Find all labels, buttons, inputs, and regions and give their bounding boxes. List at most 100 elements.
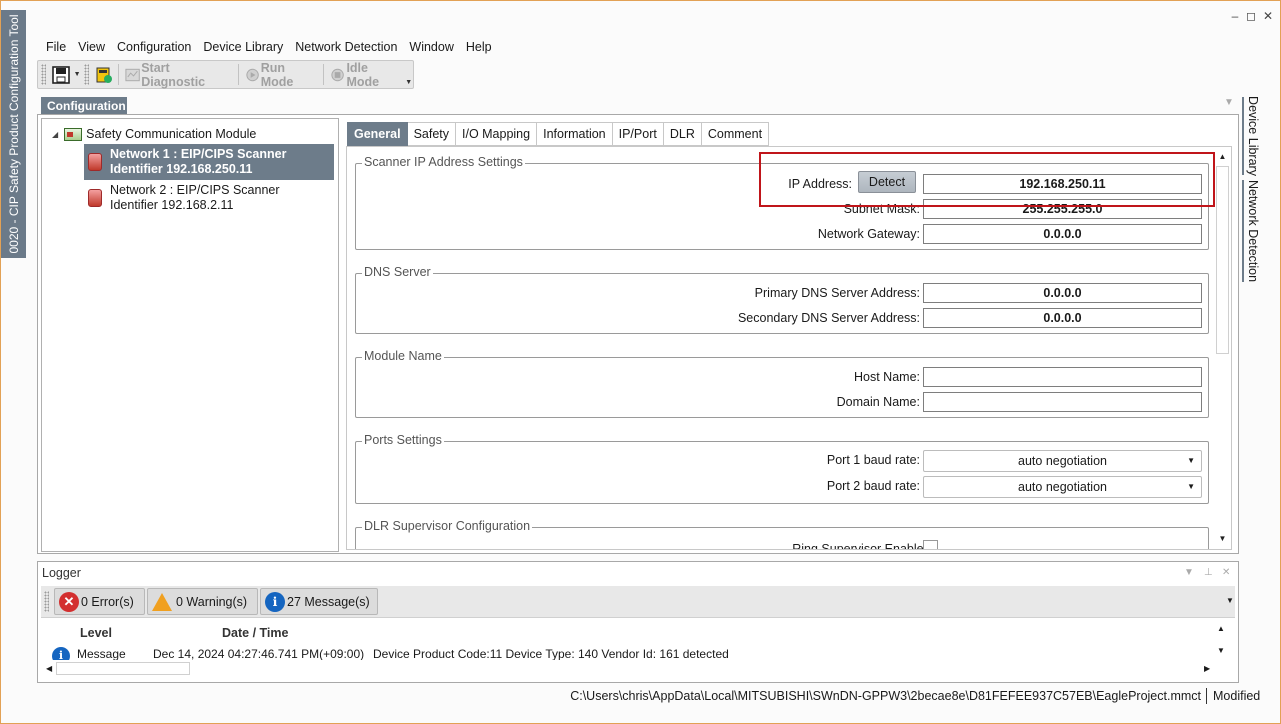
tree-root-label: Safety Communication Module (86, 127, 257, 141)
scroll-down-icon[interactable]: ▼ (1214, 531, 1231, 547)
log-scroll-up-icon[interactable]: ▲ (1217, 624, 1225, 633)
logger-toolbar-overflow-icon[interactable]: ▼ (1226, 596, 1234, 605)
toolbar-grip[interactable] (84, 64, 90, 85)
log-horizontal-scrollbar[interactable]: ◀ ▶ (42, 660, 1216, 677)
secondary-dns-field[interactable]: 0.0.0.0 (923, 308, 1202, 328)
logger-menu-icon[interactable]: ▼ (1184, 567, 1194, 578)
port1-baud-select[interactable]: auto negotiation ▼ (923, 450, 1202, 472)
detect-button[interactable]: Detect (858, 171, 916, 193)
run-mode-button[interactable]: Run Mode (241, 61, 322, 89)
toolbar-overflow-icon[interactable]: ▼ (404, 79, 413, 88)
log-scroll-down-icon[interactable]: ▼ (1217, 646, 1225, 655)
subnet-mask-field[interactable]: 255.255.255.0 (923, 199, 1202, 219)
network-detection-dock-label: Network Detection (1246, 179, 1260, 283)
network-detection-dock-tab[interactable]: Network Detection (1244, 180, 1262, 282)
save-button[interactable] (49, 63, 73, 86)
device-library-dock-label: Device Library (1246, 96, 1260, 176)
tree-node-network-2[interactable]: Network 2 : EIP/CIPS Scanner Identifier … (84, 180, 334, 216)
tab-ip-port[interactable]: IP/Port (612, 122, 664, 146)
warning-icon (152, 592, 172, 611)
idle-mode-button[interactable]: Idle Mode (326, 61, 404, 89)
ip-address-field[interactable]: 192.168.250.11 (923, 174, 1202, 194)
subnet-mask-row: Subnet Mask: 255.255.255.0 (356, 199, 1210, 219)
gateway-field[interactable]: 0.0.0.0 (923, 224, 1202, 244)
column-datetime[interactable]: Date / Time (222, 626, 288, 640)
content-scrollbar[interactable]: ▲ ▼ (1214, 148, 1231, 548)
restore-icon[interactable]: ◻ (1244, 9, 1258, 23)
toolbar-separator (118, 64, 120, 85)
subnet-mask-label: Subnet Mask: (843, 202, 920, 216)
menu-help[interactable]: Help (460, 38, 498, 58)
modified-state: Modified (1213, 689, 1261, 703)
group-title: Module Name (362, 349, 444, 363)
tree-node-network-1[interactable]: Network 1 : EIP/CIPS Scanner Identifier … (84, 144, 334, 180)
toolbar-grip[interactable] (44, 591, 49, 612)
primary-dns-row: Primary DNS Server Address: 0.0.0.0 (356, 283, 1210, 303)
tree-node-title: Network 1 : EIP/CIPS Scanner (110, 147, 287, 161)
scroll-up-icon[interactable]: ▲ (1214, 149, 1231, 165)
close-icon[interactable]: ✕ (1261, 9, 1275, 23)
tab-comment[interactable]: Comment (701, 122, 770, 146)
menu-configuration[interactable]: Configuration (111, 38, 197, 58)
save-dropdown-icon[interactable]: ▼ (73, 71, 82, 78)
group-title: DLR Supervisor Configuration (362, 519, 533, 533)
tree-root[interactable]: ◢ Safety Communication Module (52, 127, 256, 141)
tab-io-mapping[interactable]: I/O Mapping (456, 122, 538, 146)
general-tab-content: Scanner IP Address Settings IP Address: … (346, 146, 1232, 550)
column-level[interactable]: Level (80, 626, 112, 640)
menu-network-detection[interactable]: Network Detection (289, 38, 403, 58)
menu-window[interactable]: Window (403, 38, 459, 58)
minimize-icon[interactable]: – (1228, 9, 1242, 23)
menu-view[interactable]: View (72, 38, 111, 58)
configuration-panel-title[interactable]: Configuration (41, 97, 127, 115)
collapse-icon[interactable]: ◢ (52, 130, 58, 139)
diagnostic-icon (125, 68, 140, 81)
panel-menu-icon[interactable]: ▼ (1224, 97, 1234, 108)
warnings-filter-button[interactable]: 0 Warning(s) (147, 588, 258, 615)
errors-filter-button[interactable]: ✕ 0 Error(s) (54, 588, 145, 615)
start-diagnostic-button[interactable]: Start Diagnostic (121, 61, 236, 89)
gateway-row: Network Gateway: 0.0.0.0 (356, 224, 1210, 244)
toolbar-separator (323, 64, 325, 85)
menu-file[interactable]: File (40, 38, 72, 58)
scroll-thumb[interactable] (1216, 166, 1229, 354)
info-icon: i (52, 647, 70, 660)
messages-filter-button[interactable]: i 27 Message(s) (260, 588, 378, 615)
run-mode-icon (245, 68, 259, 81)
app-title-bar: 0020 - CIP Safety Product Configuration … (1, 10, 26, 258)
scroll-left-icon[interactable]: ◀ (46, 660, 52, 677)
messages-count: 27 Message(s) (287, 594, 370, 609)
error-icon: ✕ (59, 591, 79, 612)
host-name-label: Host Name: (854, 370, 920, 384)
tab-safety[interactable]: Safety (407, 122, 456, 146)
scroll-right-icon[interactable]: ▶ (1204, 660, 1210, 677)
logger-panel: Logger ▼ ⊥ ✕ ✕ 0 Error(s) 0 Warning(s) i… (37, 561, 1239, 683)
scanner-icon (88, 189, 102, 207)
ring-supervisor-label: Ring Supervisor Enabled: (792, 542, 934, 550)
tab-dlr[interactable]: DLR (663, 122, 702, 146)
ip-address-row: IP Address: Detect 192.168.250.11 (356, 171, 1210, 194)
log-row[interactable]: i Message Dec 14, 2024 04:27:46.741 PM(+… (52, 646, 1212, 660)
host-name-field[interactable] (923, 367, 1202, 387)
device-library-dock-tab[interactable]: Device Library (1244, 96, 1262, 176)
module-name-group: Module Name Host Name: Domain Name: (355, 349, 1209, 418)
scroll-thumb[interactable] (56, 662, 190, 675)
log-message: Device Product Code:11 Device Type: 140 … (373, 647, 729, 660)
primary-dns-field[interactable]: 0.0.0.0 (923, 283, 1202, 303)
tab-information[interactable]: Information (537, 122, 613, 146)
tab-general[interactable]: General (347, 122, 408, 146)
logger-toolbar: ✕ 0 Error(s) 0 Warning(s) i 27 Message(s… (41, 586, 1235, 618)
secondary-dns-label: Secondary DNS Server Address: (737, 311, 920, 325)
dns-group: DNS Server Primary DNS Server Address: 0… (355, 265, 1210, 334)
port1-label: Port 1 baud rate: (826, 453, 920, 467)
ring-supervisor-checkbox[interactable] (923, 540, 938, 549)
logger-close-icon[interactable]: ✕ (1222, 567, 1230, 578)
port2-row: Port 2 baud rate: auto negotiation ▼ (356, 476, 1210, 498)
menu-device-library[interactable]: Device Library (197, 38, 289, 58)
domain-name-field[interactable] (923, 392, 1202, 412)
port2-baud-select[interactable]: auto negotiation ▼ (923, 476, 1202, 498)
logger-pin-icon[interactable]: ⊥ (1204, 567, 1213, 578)
write-device-button[interactable] (92, 63, 116, 86)
scanner-icon (88, 153, 102, 171)
toolbar-grip[interactable] (41, 64, 46, 85)
